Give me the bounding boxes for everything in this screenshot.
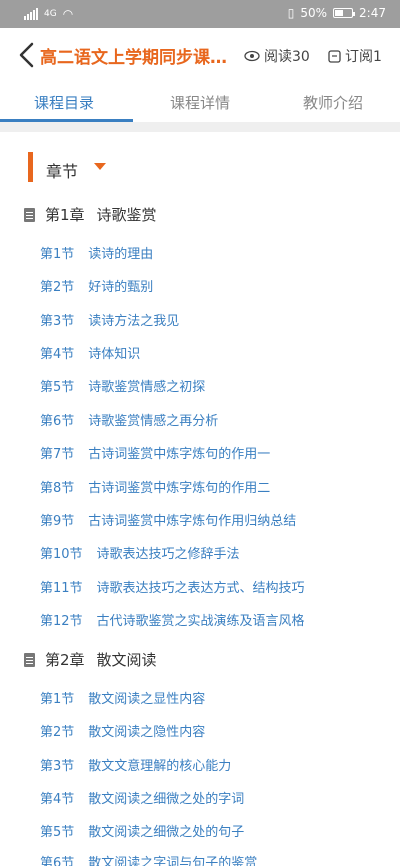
dropdown-caret-icon[interactable]: [94, 163, 106, 170]
subscribe-count[interactable]: 订阅1: [328, 46, 382, 66]
chapter-number: 第1章: [45, 206, 85, 224]
tab-course-details[interactable]: 课程详情: [170, 92, 230, 113]
lesson-item[interactable]: 第3节 读诗方法之我见: [40, 310, 179, 329]
battery-percent: 50%: [300, 6, 328, 20]
lesson-item[interactable]: 第9节 古诗词鉴赏中炼字炼句作用归纳总结: [40, 510, 296, 529]
lesson-title: 读诗方法之我见: [88, 314, 180, 329]
lesson-item[interactable]: 第7节 古诗词鉴赏中炼字炼句的作用一: [40, 443, 270, 462]
lesson-number: 第2节: [40, 725, 75, 740]
lesson-number: 第5节: [40, 825, 75, 840]
eye-icon: [244, 50, 260, 62]
lesson-item[interactable]: 第10节 诗歌表达技巧之修辞手法: [40, 543, 240, 562]
lesson-title: 诗体知识: [88, 347, 141, 362]
lesson-item[interactable]: 第1节 散文阅读之显性内容: [40, 688, 205, 707]
lesson-title: 古诗词鉴赏中炼字炼句的作用一: [88, 447, 271, 462]
lesson-title: 散文阅读之细微之处的句子: [88, 825, 245, 840]
lesson-item[interactable]: 第5节 诗歌鉴赏情感之初探: [40, 376, 205, 395]
read-count[interactable]: 阅读30: [244, 46, 310, 66]
lesson-number: 第2节: [40, 280, 75, 295]
lesson-number: 第4节: [40, 792, 75, 807]
lesson-number: 第4节: [40, 347, 75, 362]
lesson-number: 第8节: [40, 481, 75, 496]
network-type: 4G: [44, 9, 57, 19]
chapter-title: 散文阅读: [96, 651, 157, 669]
lesson-number: 第3节: [40, 759, 75, 774]
lesson-title: 散文阅读之细微之处的字词: [88, 792, 245, 807]
lesson-item[interactable]: 第4节 散文阅读之细微之处的字词: [40, 788, 244, 807]
lesson-item[interactable]: 第8节 古诗词鉴赏中炼字炼句的作用二: [40, 477, 270, 496]
document-icon: [24, 207, 35, 222]
clock: 2:47: [359, 6, 386, 20]
lesson-item[interactable]: 第2节 好诗的甄别: [40, 276, 153, 295]
tab-teacher-intro[interactable]: 教师介绍: [303, 92, 363, 113]
lesson-title: 散文阅读之字词与句子的鉴赏: [88, 856, 258, 866]
lesson-item[interactable]: 第1节 读诗的理由: [40, 243, 153, 262]
back-arrow-icon[interactable]: [16, 41, 38, 69]
signal-icon: [24, 8, 38, 20]
lesson-item[interactable]: 第5节 散文阅读之细微之处的句子: [40, 821, 244, 840]
lesson-number: 第6节: [40, 414, 75, 429]
tab-course-catalog[interactable]: 课程目录: [34, 92, 94, 113]
lesson-item[interactable]: 第12节 古代诗歌鉴赏之实战演练及语言风格: [40, 610, 305, 629]
section-label[interactable]: 章节: [46, 158, 78, 182]
lesson-item[interactable]: 第11节 诗歌表达技巧之表达方式、结构技巧: [40, 577, 305, 596]
lesson-title: 诗歌表达技巧之表达方式、结构技巧: [96, 581, 305, 596]
chapter-title: 诗歌鉴赏: [96, 206, 157, 224]
app-header: 高二语文上学期同步课（通... 阅读30 订阅1: [0, 28, 400, 84]
subscribe-count-label: 订阅1: [345, 49, 382, 65]
lesson-number: 第12节: [40, 614, 83, 629]
lesson-number: 第1节: [40, 247, 75, 262]
lesson-title: 读诗的理由: [88, 247, 154, 262]
lesson-item[interactable]: 第6节 散文阅读之字词与句子的鉴赏: [40, 852, 257, 866]
lesson-title: 诗歌鉴赏情感之再分析: [88, 414, 219, 429]
document-icon: [24, 652, 35, 667]
lesson-number: 第5节: [40, 380, 75, 395]
tab-bar: 课程目录 课程详情 教师介绍: [0, 84, 400, 122]
lesson-title: 古诗词鉴赏中炼字炼句作用归纳总结: [88, 514, 297, 529]
chapter-number: 第2章: [45, 651, 85, 669]
lesson-number: 第11节: [40, 581, 83, 596]
course-title: 高二语文上学期同步课（通...: [40, 48, 238, 68]
lesson-title: 散文阅读之隐性内容: [88, 725, 206, 740]
bookmark-icon: [328, 49, 341, 63]
lesson-title: 好诗的甄别: [88, 280, 154, 295]
read-count-label: 阅读30: [264, 49, 310, 65]
lesson-title: 散文文意理解的核心能力: [88, 759, 232, 774]
lesson-item[interactable]: 第6节 诗歌鉴赏情感之再分析: [40, 410, 218, 429]
lesson-item[interactable]: 第2节 散文阅读之隐性内容: [40, 721, 205, 740]
lesson-item[interactable]: 第3节 散文文意理解的核心能力: [40, 755, 231, 774]
lesson-number: 第3节: [40, 314, 75, 329]
section-divider: [0, 122, 400, 132]
battery-icon: [333, 8, 356, 18]
chapter-heading: 第2章 散文阅读: [24, 649, 157, 670]
lesson-item[interactable]: 第4节 诗体知识: [40, 343, 140, 362]
vibrate-icon: ▯: [287, 6, 295, 20]
lesson-number: 第9节: [40, 514, 75, 529]
lesson-title: 诗歌鉴赏情感之初探: [88, 380, 206, 395]
lesson-title: 诗歌表达技巧之修辞手法: [96, 547, 240, 562]
chapter-heading: 第1章 诗歌鉴赏: [24, 204, 157, 225]
section-accent-bar: [28, 152, 33, 182]
lesson-number: 第1节: [40, 692, 75, 707]
lesson-title: 古诗词鉴赏中炼字炼句的作用二: [88, 481, 271, 496]
lesson-title: 古代诗歌鉴赏之实战演练及语言风格: [96, 614, 305, 629]
lesson-number: 第6节: [40, 856, 75, 866]
lesson-number: 第7节: [40, 447, 75, 462]
wifi-icon: ◠: [62, 7, 74, 21]
lesson-number: 第10节: [40, 547, 83, 562]
lesson-title: 散文阅读之显性内容: [88, 692, 206, 707]
status-bar: 4G ◠ ▯ 50% 2:47: [0, 0, 400, 28]
